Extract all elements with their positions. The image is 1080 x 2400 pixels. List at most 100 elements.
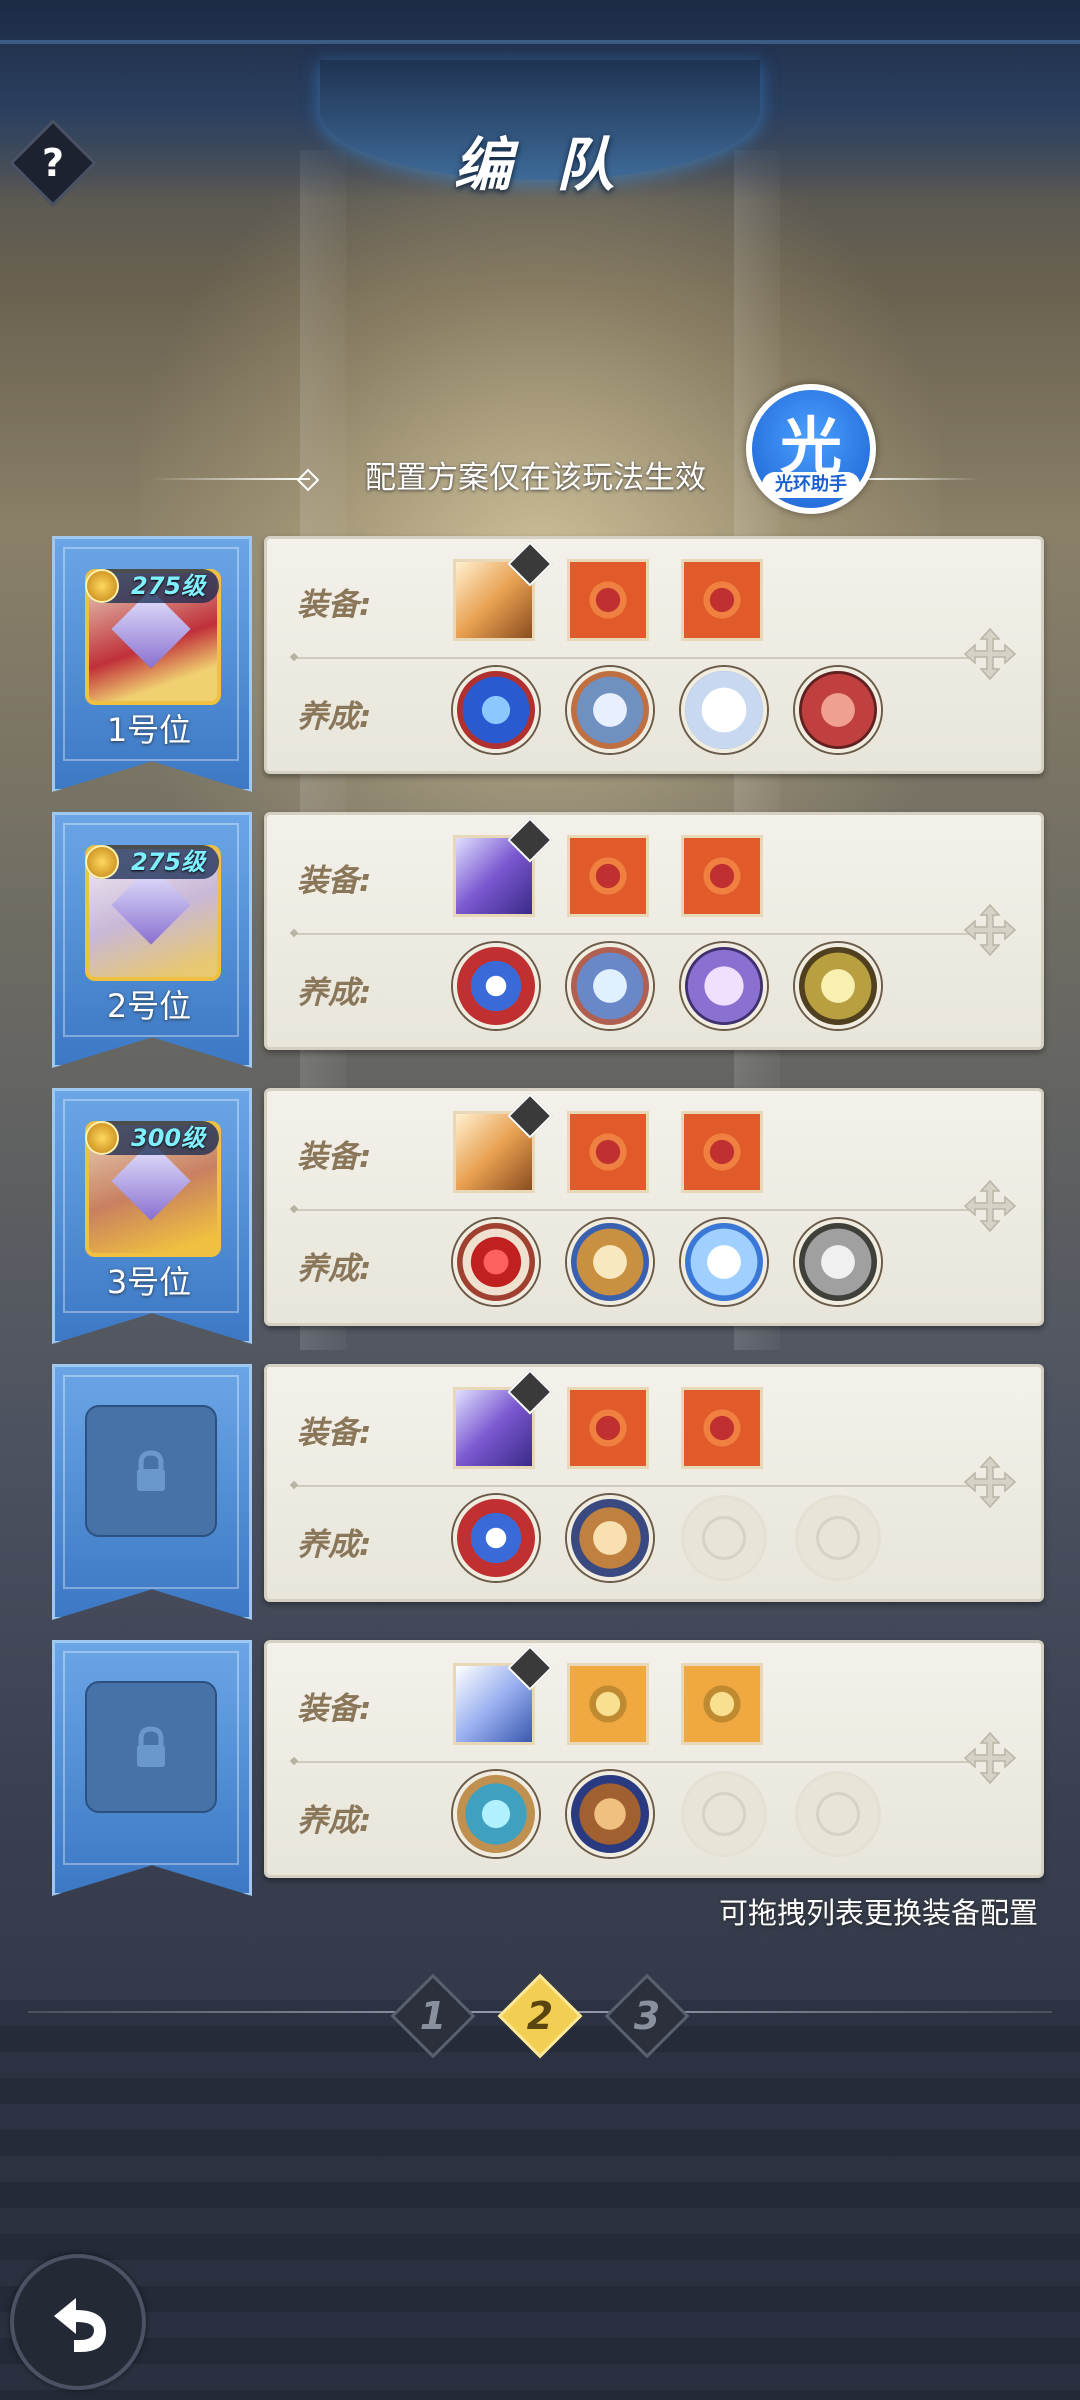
upgrade-mark-icon: [507, 1093, 553, 1139]
slot-banner[interactable]: 300级 3号位: [52, 1088, 252, 1344]
assistant-button[interactable]: 光 光环助手: [746, 384, 876, 514]
team-slot-row[interactable]: 275级 2号位 装备: 养成:: [0, 812, 1080, 1068]
empty-cultivation-slot[interactable]: [681, 1771, 767, 1857]
weapon-gold-icon[interactable]: [453, 541, 553, 641]
equip-label: 装备:: [297, 587, 372, 623]
page-1-label: 1: [419, 1994, 447, 2038]
drag-move-icon[interactable]: [963, 903, 1017, 957]
ring-red-icon[interactable]: [567, 559, 649, 641]
level-star-icon: [85, 845, 119, 879]
notice-divider: [150, 478, 310, 480]
page-2-label: 2: [526, 1994, 554, 2038]
loadout-panel[interactable]: 装备: 养成:: [264, 1640, 1044, 1878]
rune-orb-icon[interactable]: [453, 1771, 539, 1857]
header: 编 队 ?: [0, 0, 1080, 230]
page-title: 编 队: [453, 131, 627, 199]
loadout-panel[interactable]: 装备: 养成:: [264, 1088, 1044, 1326]
ring-red-icon[interactable]: [681, 1111, 763, 1193]
team-slot-row[interactable]: 275级 1号位 装备: 养成:: [0, 536, 1080, 792]
empty-cultivation-slot[interactable]: [795, 1771, 881, 1857]
cat-pet-orb-icon[interactable]: [681, 667, 767, 753]
empty-slot-icon: [816, 1516, 860, 1560]
equip-label: 装备:: [297, 1139, 372, 1175]
ring-red-icon[interactable]: [681, 835, 763, 917]
ring-red-icon[interactable]: [681, 559, 763, 641]
gem-orb-icon[interactable]: [453, 1219, 539, 1305]
ring-red-icon[interactable]: [567, 1111, 649, 1193]
equip-label: 装备:: [297, 1415, 372, 1451]
panel-divider: [295, 1761, 975, 1763]
book-orb-icon[interactable]: [567, 1771, 653, 1857]
weapon-gold-icon[interactable]: [453, 1093, 553, 1193]
page-3-label: 3: [633, 1994, 661, 2038]
empty-cultivation-slot[interactable]: [681, 1495, 767, 1581]
pet-orb-icon[interactable]: [681, 943, 767, 1029]
back-button[interactable]: [10, 2254, 146, 2390]
slot-banner[interactable]: [52, 1640, 252, 1896]
equip-label: 装备:: [297, 1691, 372, 1727]
blue-swirl-orb-icon[interactable]: [453, 667, 539, 753]
loadout-panel[interactable]: 装备: 养成:: [264, 812, 1044, 1050]
weapon-purple-icon[interactable]: [453, 1369, 553, 1469]
drag-move-icon[interactable]: [963, 1179, 1017, 1233]
team-slot-row[interactable]: 装备: 养成:: [0, 1364, 1080, 1620]
equip-label: 装备:: [297, 863, 372, 899]
swirl-orb-icon[interactable]: [453, 1495, 539, 1581]
empty-cultivation-slot[interactable]: [795, 1495, 881, 1581]
background-stairs: [0, 2000, 1080, 2400]
ring-gold-icon[interactable]: [567, 1663, 649, 1745]
dragon-orb-icon[interactable]: [567, 1495, 653, 1581]
level-badge: 300级: [85, 1121, 219, 1155]
team-slot-row[interactable]: 300级 3号位 装备: 养成:: [0, 1088, 1080, 1344]
helmet-orb-icon[interactable]: [795, 667, 881, 753]
upgrade-mark-icon: [507, 541, 553, 587]
ring-red-icon[interactable]: [567, 1387, 649, 1469]
level-badge: 275级: [85, 569, 219, 603]
drag-move-icon[interactable]: [963, 1455, 1017, 1509]
slot-banner[interactable]: 275级 2号位: [52, 812, 252, 1068]
level-star-icon: [85, 1121, 119, 1155]
lock-icon: [137, 1450, 165, 1491]
locked-slot: [85, 1681, 217, 1813]
slot-banner[interactable]: [52, 1364, 252, 1620]
upgrade-mark-icon: [507, 817, 553, 863]
empty-slot-icon: [702, 1792, 746, 1836]
spirit-pet-orb-icon[interactable]: [681, 1219, 767, 1305]
shrine-orb-icon[interactable]: [567, 1219, 653, 1305]
swirl-orb-icon[interactable]: [453, 943, 539, 1029]
weapon-purple-icon[interactable]: [453, 817, 553, 917]
level-star-icon: [85, 569, 119, 603]
knight-helmet-orb-icon[interactable]: [795, 1219, 881, 1305]
panel-divider: [295, 657, 975, 659]
drag-tip: 可拖拽列表更换装备配置: [718, 1896, 1038, 1930]
lock-icon: [137, 1726, 165, 1767]
panel-divider: [295, 1209, 975, 1211]
assistant-label: 光环助手: [762, 472, 860, 498]
panel-divider: [295, 933, 975, 935]
empty-slot-icon: [816, 1792, 860, 1836]
team-slot-row[interactable]: 装备: 养成:: [0, 1640, 1080, 1896]
ring-red-icon[interactable]: [681, 1387, 763, 1469]
cultivate-label: 养成:: [297, 1527, 372, 1563]
drag-move-icon[interactable]: [963, 1731, 1017, 1785]
weapon-blue-icon[interactable]: [453, 1645, 553, 1745]
help-icon: ?: [41, 141, 65, 185]
ring-gold-icon[interactable]: [681, 1663, 763, 1745]
level-text: 275级: [131, 848, 206, 876]
ring-red-icon[interactable]: [567, 835, 649, 917]
loadout-panel[interactable]: 装备: 养成:: [264, 1364, 1044, 1602]
empty-slot-icon: [702, 1516, 746, 1560]
armor-orb-icon[interactable]: [567, 667, 653, 753]
upgrade-mark-icon: [507, 1369, 553, 1415]
cultivate-label: 养成:: [297, 1251, 372, 1287]
slot-banner[interactable]: 275级 1号位: [52, 536, 252, 792]
loadout-panel[interactable]: 装备: 养成:: [264, 536, 1044, 774]
mask-orb-icon[interactable]: [795, 943, 881, 1029]
level-text: 300级: [131, 1124, 206, 1152]
drag-move-icon[interactable]: [963, 627, 1017, 681]
header-line: [0, 40, 1080, 44]
slot-position-label: 1号位: [106, 711, 192, 749]
mech-orb-icon[interactable]: [567, 943, 653, 1029]
panel-divider: [295, 1485, 975, 1487]
level-text: 275级: [131, 572, 206, 600]
